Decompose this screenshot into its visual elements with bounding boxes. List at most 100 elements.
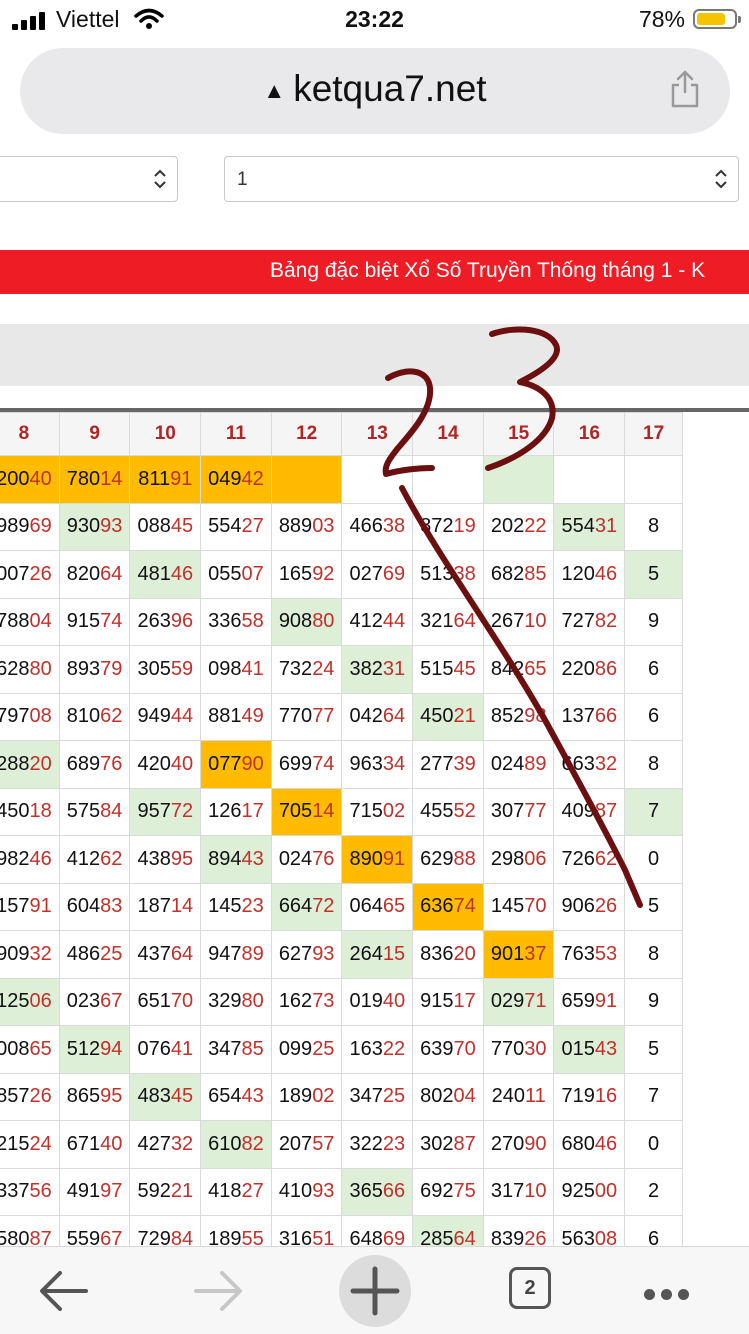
column-header: 16 [553,412,626,456]
table-row: 0125060236765170329801627301940915170297… [0,977,683,1026]
column-header: 10 [129,412,202,456]
result-cell [341,455,414,504]
select-right[interactable]: 1 [224,156,739,202]
result-cell: 73224 [270,645,343,694]
result-cell: 38231 [341,645,414,694]
battery-percentage: 78% [638,6,685,32]
more-menu-icon[interactable] [644,1287,695,1305]
result-cell: 16322 [341,1025,414,1074]
result-cell: 55427 [200,502,272,551]
result-cell: 90137 [482,930,555,979]
forward-arrow-icon[interactable] [188,1261,248,1321]
result-cell: 18902 [270,1072,343,1121]
result-cell: 6 [624,645,683,694]
result-cell: 59221 [129,1167,202,1216]
result-cell: 9 [624,597,683,646]
result-cell: 05507 [200,550,272,599]
result-cell: 77030 [482,1025,555,1074]
result-cell: 26396 [129,597,202,646]
result-cell: 55967 [58,1215,131,1246]
table-row: 5215246714042732610822075732223302872709… [0,1120,683,1169]
table-row: 6288206897642040077906997496334277390248… [0,740,683,789]
back-arrow-icon[interactable] [34,1261,94,1321]
result-cell: 66332 [553,740,626,789]
result-cell: 26415 [341,930,414,979]
table-row: 20040 78014 81191 04942 [0,455,683,504]
column-header: 17 [624,412,683,456]
result-cell: 79708 [0,692,60,741]
result-cell: 80204 [412,1072,484,1121]
result-cell: 8 [624,740,683,789]
result-cell: 13766 [553,692,626,741]
result-cell: 42732 [129,1120,202,1169]
result-cell: 87219 [412,502,484,551]
table-row: 7797088106294944881497707704264450218529… [0,692,683,741]
result-cell: 88149 [200,692,272,741]
result-cell: 28820 [0,740,60,789]
result-cell: 32980 [200,977,272,1026]
result-cell: 90932 [0,930,60,979]
result-cell: 81191 [129,455,202,504]
result-cell: 91517 [412,977,484,1026]
result-cell: 90626 [553,882,626,931]
result-cell: 30287 [412,1120,484,1169]
result-cell: 6 [624,692,683,741]
select-left[interactable] [0,156,178,202]
result-cell: 04942 [200,455,272,504]
result-cell: 24011 [482,1072,555,1121]
table-row: 7008655129407641347850992516322639707703… [0,1025,683,1074]
browser-toolbar: 2 [0,1246,749,1334]
status-bar: Viettel 23:22 78% [0,0,749,40]
result-cell: 68285 [482,550,555,599]
address-bar[interactable]: ▲ ketqua7.net [20,48,730,134]
result-cell: 66472 [270,882,343,931]
result-cell: 48345 [129,1072,202,1121]
url-display[interactable]: ▲ ketqua7.net [20,68,730,110]
result-cell: 67140 [58,1120,131,1169]
result-cell: 77077 [270,692,343,741]
result-cell [412,455,484,504]
result-cell: 89379 [58,645,131,694]
result-cell: 89443 [200,835,272,884]
result-cell: 12046 [553,550,626,599]
result-cell: 63674 [412,882,484,931]
share-icon[interactable] [670,70,700,108]
result-cell: 88903 [270,502,343,551]
result-cell: 45021 [412,692,484,741]
result-cell: 49197 [58,1167,131,1216]
result-cell: 68046 [553,1120,626,1169]
result-cell: 70514 [270,787,343,836]
result-cell: 21524 [0,1120,60,1169]
result-cell: 57584 [58,787,131,836]
result-cell: 36566 [341,1167,414,1216]
grey-header-bar [0,324,749,386]
column-header: 14 [412,412,484,456]
result-cell: 62793 [270,930,343,979]
result-cell: 58087 [0,1215,60,1246]
table-row: 4007268206448146055071659202769513386828… [0,550,683,599]
results-grid: 7891011121314151617 20040780148119104942… [0,412,749,1246]
result-cell: 94944 [129,692,202,741]
result-cell: 91574 [58,597,131,646]
result-cell: 41093 [270,1167,343,1216]
result-cell: 41262 [58,835,131,884]
result-cell: 90880 [270,597,343,646]
result-cell: 33756 [0,1167,60,1216]
table-row: 9337564919759221418274109336566692753171… [0,1167,683,1216]
result-cell: 02489 [482,740,555,789]
result-cell: 71916 [553,1072,626,1121]
new-tab-button[interactable] [339,1255,411,1327]
result-cell: 95772 [129,787,202,836]
result-cell: 71502 [341,787,414,836]
result-cell: 27739 [412,740,484,789]
result-cell: 30777 [482,787,555,836]
result-cell: 02476 [270,835,343,884]
result-cell: 98969 [0,502,60,551]
tabs-button[interactable]: 2 [509,1267,551,1309]
result-cell: 82064 [58,550,131,599]
column-header: 11 [200,412,272,456]
result-cell: 33658 [200,597,272,646]
result-cell: 85726 [0,1072,60,1121]
result-cell: 34785 [200,1025,272,1074]
result-cell: 14570 [482,882,555,931]
